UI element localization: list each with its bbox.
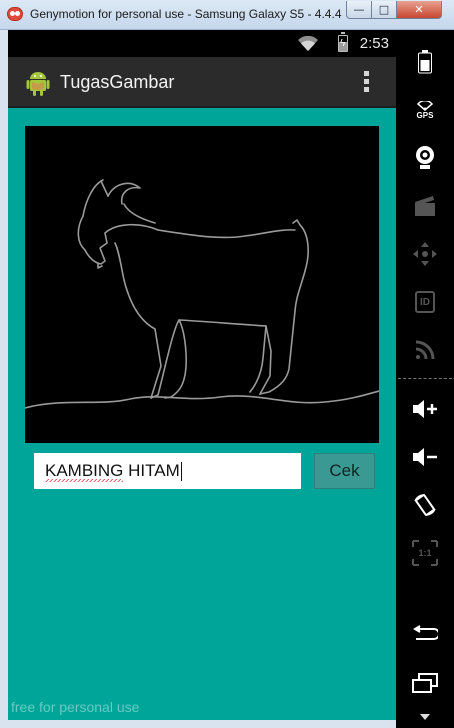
cast-icon[interactable]	[409, 336, 441, 364]
dpad-icon[interactable]	[409, 240, 441, 268]
rotate-icon[interactable]	[409, 491, 441, 519]
close-button[interactable]: ✕	[396, 1, 442, 19]
sidebar-separator	[398, 378, 452, 379]
window-titlebar[interactable]: Genymotion for personal use - Samsung Ga…	[0, 0, 454, 30]
volume-up-icon[interactable]	[409, 395, 441, 423]
scale-icon[interactable]: 1:1	[409, 539, 441, 567]
back-icon[interactable]	[409, 619, 441, 647]
scale-label: 1:1	[418, 548, 432, 558]
wifi-icon	[298, 36, 318, 51]
check-button[interactable]: Cek	[314, 453, 375, 489]
minimize-button[interactable]: —	[346, 1, 372, 19]
window-bottom-frame	[0, 720, 396, 728]
goat-image	[25, 126, 379, 443]
battery-charging-icon: ϟ	[338, 32, 348, 52]
answer-input[interactable]: KAMBING HITAM	[34, 453, 301, 489]
action-bar: TugasGambar	[8, 57, 396, 108]
scroll-down-icon[interactable]	[409, 703, 441, 728]
status-bar: ϟ 2:53	[8, 30, 396, 57]
recent-apps-icon[interactable]	[409, 669, 441, 697]
genymotion-app-icon	[7, 7, 23, 21]
maximize-button[interactable]: □	[371, 1, 397, 19]
webcam-icon[interactable]	[409, 144, 441, 172]
battery-icon[interactable]	[409, 48, 441, 76]
spellcheck-underline	[45, 479, 123, 482]
gps-label: GPS	[416, 110, 434, 120]
text-caret	[180, 461, 182, 481]
status-time: 2:53	[359, 35, 389, 52]
device-id-icon[interactable]: ID	[409, 288, 441, 316]
genymotion-sidebar: GPS ID 1:1	[396, 30, 454, 728]
window-title: Genymotion for personal use - Samsung Ga…	[30, 7, 342, 21]
volume-down-icon[interactable]	[409, 443, 441, 471]
app-title: TugasGambar	[60, 72, 175, 92]
answer-input-text: KAMBING HITAM	[45, 461, 180, 482]
capture-icon[interactable]	[409, 192, 441, 220]
device-id-label: ID	[415, 291, 435, 313]
overflow-menu-icon[interactable]	[362, 71, 370, 95]
gps-icon[interactable]: GPS	[409, 96, 441, 124]
device-screen: ϟ 2:53 TugasGambar KAMBING HITAM Cek fre…	[8, 30, 396, 720]
android-icon[interactable]	[25, 69, 51, 97]
watermark-text: free for personal use	[11, 699, 140, 715]
